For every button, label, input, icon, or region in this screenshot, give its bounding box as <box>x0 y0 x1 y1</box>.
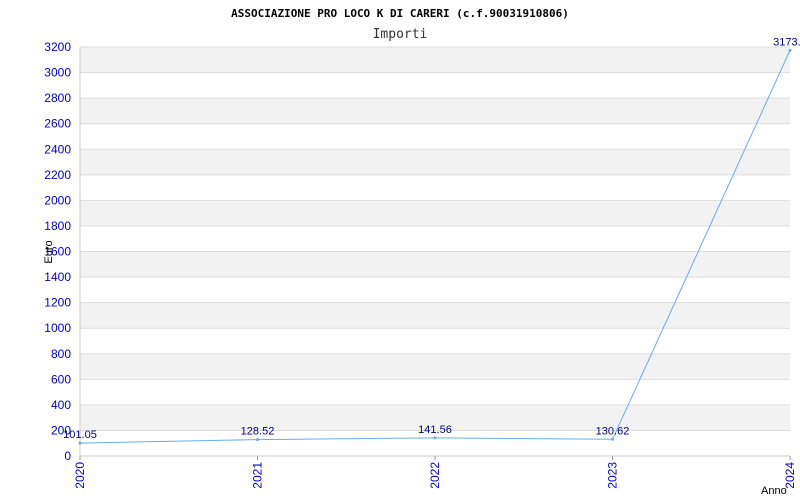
data-point <box>788 48 792 52</box>
x-tick-label: 2023 <box>606 462 620 489</box>
chart-title: ASSOCIAZIONE PRO LOCO K DI CARERI (c.f.9… <box>231 7 569 20</box>
y-tick-label: 600 <box>51 372 71 386</box>
y-tick-label: 1400 <box>44 270 71 284</box>
y-tick-label: 1000 <box>44 321 71 335</box>
x-tick-labels: 2020 2021 2022 2023 2024 <box>73 456 797 489</box>
grid-band <box>80 98 790 124</box>
data-labels: 101.05 128.52 141.56 130.62 3173.7 <box>63 36 800 441</box>
y-tick-label: 2000 <box>44 193 71 207</box>
chart-subtitle: Importi <box>373 27 428 42</box>
y-axis-label: Euro <box>43 240 55 263</box>
grid-band <box>80 302 790 329</box>
data-label: 128.52 <box>241 426 275 438</box>
x-axis-label: Anno <box>761 485 787 497</box>
data-label: 3173.7 <box>773 36 800 48</box>
x-tick-label: 2022 <box>428 462 442 489</box>
y-tick-label: 2400 <box>44 142 71 156</box>
y-tick-label: 0 <box>64 449 71 463</box>
y-tick-label: 2200 <box>44 168 71 182</box>
data-point <box>256 438 259 442</box>
data-point <box>78 441 82 445</box>
grid-band <box>80 353 790 380</box>
grid-band <box>80 149 790 175</box>
grid-bands <box>80 47 790 431</box>
data-label: 130.62 <box>596 425 630 437</box>
y-tick-label: 3000 <box>44 66 71 80</box>
y-tick-label: 400 <box>51 398 71 412</box>
grid-band <box>80 200 790 226</box>
line-chart: ASSOCIAZIONE PRO LOCO K DI CARERI (c.f.9… <box>43 7 800 497</box>
y-tick-label: 800 <box>51 347 71 361</box>
grid-band <box>80 251 790 278</box>
y-tick-label: 1800 <box>44 219 71 233</box>
data-label: 101.05 <box>63 429 97 441</box>
y-tick-label: 1200 <box>44 296 71 310</box>
y-tick-label: 2800 <box>44 91 71 105</box>
y-tick-label: 3200 <box>44 40 71 54</box>
x-tick-label: 2021 <box>251 462 265 489</box>
x-tick-label: 2020 <box>73 462 87 489</box>
data-label: 141.56 <box>418 424 452 436</box>
y-tick-label: 2600 <box>44 117 71 131</box>
data-point <box>433 436 437 440</box>
grid-band <box>80 47 790 73</box>
data-point <box>611 437 614 441</box>
